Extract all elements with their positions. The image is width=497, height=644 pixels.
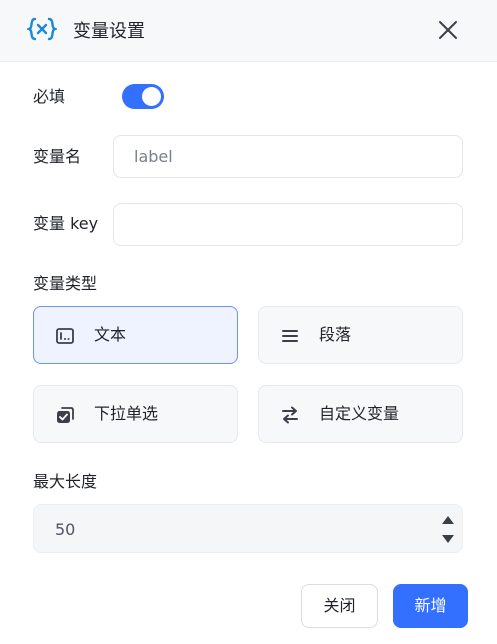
close-icon[interactable] [435, 17, 461, 43]
paragraph-icon [282, 330, 298, 342]
type-option-label: 段落 [319, 325, 352, 344]
variable-icon [27, 17, 57, 41]
dropdown-select-icon [57, 407, 74, 423]
type-option-label: 自定义变量 [319, 404, 400, 423]
type-option-dropdown[interactable]: 下拉单选 [33, 385, 238, 443]
decrement-arrow-icon[interactable] [439, 532, 457, 546]
swap-icon [282, 406, 298, 424]
type-option-paragraph[interactable]: 段落 [258, 306, 463, 364]
max-length-value: 50 [55, 520, 76, 539]
variable-key-label: 变量 key [33, 214, 99, 233]
increment-arrow-icon[interactable] [439, 513, 457, 527]
variable-name-input[interactable] [113, 135, 463, 178]
close-button[interactable]: 关闭 [301, 584, 378, 628]
toggle-knob [142, 87, 161, 106]
variable-type-label: 变量类型 [33, 274, 98, 293]
required-toggle[interactable] [122, 84, 164, 109]
dialog-title: 变量设置 [73, 21, 145, 42]
type-option-text[interactable]: 文本 [33, 306, 238, 364]
variable-name-label: 变量名 [33, 147, 82, 166]
type-option-label: 下拉单选 [94, 404, 159, 423]
text-field-icon [56, 328, 74, 344]
type-option-custom[interactable]: 自定义变量 [258, 385, 463, 443]
max-length-label: 最大长度 [33, 472, 98, 491]
variable-key-input[interactable] [113, 203, 463, 246]
type-option-label: 文本 [94, 325, 127, 344]
add-button[interactable]: 新增 [393, 584, 468, 628]
dialog-header: 变量设置 [0, 0, 497, 62]
required-label: 必填 [33, 87, 66, 106]
max-length-input[interactable]: 50 [33, 504, 463, 553]
